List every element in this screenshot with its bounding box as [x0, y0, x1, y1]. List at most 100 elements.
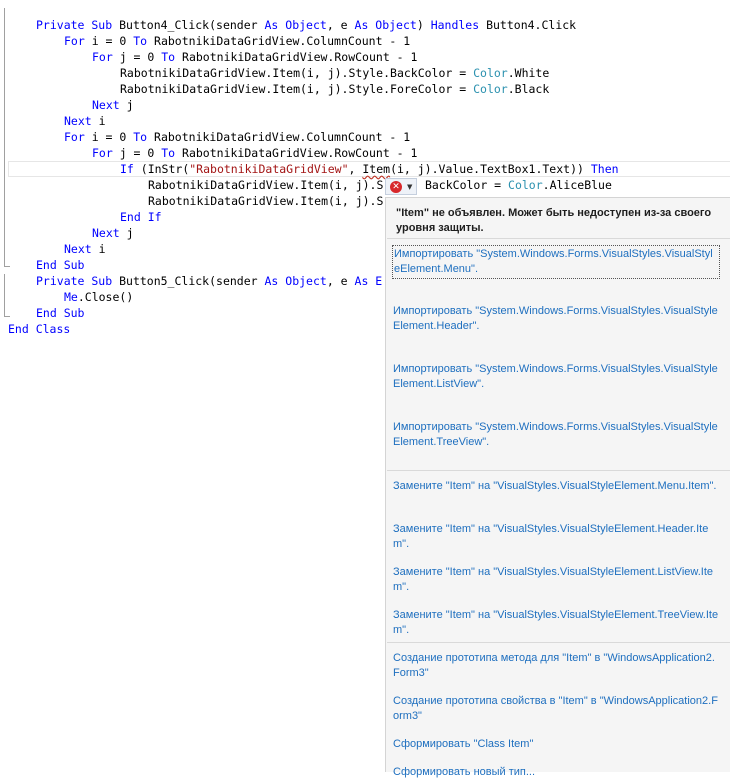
code-line[interactable]: Me.Close() — [64, 289, 133, 305]
generate-new-type[interactable]: Сформировать новый тип... — [392, 764, 720, 781]
keyword-token: Next — [92, 98, 127, 112]
keyword-token: To — [133, 34, 155, 48]
code-line[interactable]: For i = 0 To RabotnikiDataGridView.Colum… — [64, 129, 410, 145]
code-token: ) — [416, 18, 431, 32]
type-token: Color — [508, 178, 543, 192]
code-line[interactable]: End If — [120, 209, 162, 225]
keyword-token: Next — [92, 226, 127, 240]
replace-fix-listview[interactable]: Замените "Item" на "VisualStyles.VisualS… — [392, 564, 720, 596]
outline-guide-end — [4, 316, 10, 317]
code-line[interactable]: Next i — [64, 241, 106, 257]
code-line[interactable]: Next j — [92, 97, 134, 113]
import-fix-listview[interactable]: Импортировать "System.Windows.Forms.Visu… — [392, 361, 720, 393]
code-line[interactable]: End Sub — [36, 257, 84, 273]
code-token: .White — [507, 66, 550, 80]
error-message: "Item" не объявлен. Может быть недоступе… — [396, 207, 712, 234]
code-line[interactable]: RabotnikiDataGridView.Item(i, j).Style.B… — [120, 65, 549, 81]
keyword-token: To — [161, 50, 183, 64]
keyword-token: If — [120, 162, 141, 176]
import-fix-menu[interactable]: Импортировать "System.Windows.Forms.Visu… — [392, 245, 720, 279]
code-line[interactable]: Next i — [64, 113, 106, 129]
error-token: Item — [362, 162, 391, 176]
keyword-token: End Sub — [36, 258, 85, 272]
keyword-token: As E — [354, 274, 383, 288]
keyword-token: For — [92, 50, 120, 64]
keyword-token: Private Sub — [36, 274, 120, 288]
code-editor[interactable]: Private Sub Button4_Click(sender As Obje… — [0, 0, 730, 778]
separator — [387, 642, 730, 643]
code-token: j — [126, 98, 134, 112]
code-token: RabotnikiDataGridView.Item(i, j).Style.F… — [120, 82, 474, 96]
keyword-token: Me — [64, 290, 78, 304]
import-fix-header[interactable]: Импортировать "System.Windows.Forms.Visu… — [392, 303, 720, 335]
keyword-token: To — [133, 130, 155, 144]
code-line[interactable]: End Class — [8, 321, 70, 337]
keyword-token: As Object — [264, 274, 327, 288]
code-line[interactable]: End Sub — [36, 305, 84, 321]
code-token: , — [348, 162, 363, 176]
outline-guide — [4, 274, 5, 316]
code-token: .Black — [507, 82, 550, 96]
keyword-token: Handles — [430, 18, 487, 32]
code-token: RabotnikiDataGridView.Item(i, j).S — [148, 178, 384, 192]
code-line[interactable]: RabotnikiDataGridView.Item(i, j).S — [148, 193, 383, 209]
generate-property-stub[interactable]: Создание прототипа свойства в "Item" в "… — [392, 693, 720, 725]
code-token: RabotnikiDataGridView.Item(i, j).Style.B… — [120, 66, 474, 80]
outline-guide — [4, 8, 5, 266]
code-token: i = 0 — [91, 130, 134, 144]
generate-class[interactable]: Сформировать "Class Item" — [392, 736, 720, 753]
code-token: j = 0 — [119, 50, 162, 64]
code-token: j — [126, 226, 134, 240]
code-line[interactable]: For j = 0 To RabotnikiDataGridView.RowCo… — [92, 49, 417, 65]
code-token: RabotnikiDataGridView.Item(i, j).S — [148, 194, 384, 208]
code-line[interactable]: RabotnikiDataGridView.Item(i, j).S BackC… — [148, 177, 612, 193]
keyword-token: For — [64, 130, 92, 144]
error-smart-tag[interactable]: ✕ ▼ — [385, 178, 417, 195]
code-token: i — [98, 242, 106, 256]
code-token: RabotnikiDataGridView.ColumnCount - 1 — [154, 130, 411, 144]
keyword-token: End If — [120, 210, 162, 224]
code-line[interactable]: RabotnikiDataGridView.Item(i, j).Style.F… — [120, 81, 549, 97]
code-line[interactable]: Next j — [92, 225, 134, 241]
generate-method-stub[interactable]: Создание прототипа метода для "Item" в "… — [392, 650, 720, 682]
code-line[interactable]: For j = 0 To RabotnikiDataGridView.RowCo… — [92, 145, 417, 161]
code-token: Button5_Click(sender — [119, 274, 265, 288]
code-token: j = 0 — [119, 146, 162, 160]
replace-fix-menu[interactable]: Замените "Item" на "VisualStyles.VisualS… — [392, 478, 720, 495]
outline-guide-end — [4, 266, 10, 267]
replace-fix-header[interactable]: Замените "Item" на "VisualStyles.VisualS… — [392, 521, 720, 553]
string-token: "RabotnikiDataGridView" — [189, 162, 349, 176]
keyword-token: To — [161, 146, 183, 160]
code-line[interactable]: For i = 0 To RabotnikiDataGridView.Colum… — [64, 33, 410, 49]
keyword-token: For — [64, 34, 92, 48]
keyword-token: Private Sub — [36, 18, 120, 32]
code-line[interactable]: Private Sub Button4_Click(sender As Obje… — [36, 17, 576, 33]
code-token: .AliceBlue — [542, 178, 612, 192]
code-line[interactable]: Private Sub Button5_Click(sender As Obje… — [36, 273, 382, 289]
import-fix-treeview[interactable]: Импортировать "System.Windows.Forms.Visu… — [392, 419, 720, 451]
chevron-down-icon: ▼ — [407, 183, 413, 191]
error-correction-popup: "Item" не объявлен. Может быть недоступе… — [385, 197, 730, 778]
type-token: Color — [473, 82, 508, 96]
keyword-token: Next — [64, 242, 99, 256]
separator — [387, 238, 730, 239]
code-line[interactable]: If (InStr("RabotnikiDataGridView", Item(… — [120, 161, 619, 177]
code-token: RabotnikiDataGridView.ColumnCount - 1 — [154, 34, 411, 48]
code-token: i = 0 — [91, 34, 134, 48]
replace-fix-treeview[interactable]: Замените "Item" на "VisualStyles.VisualS… — [392, 607, 720, 639]
separator — [387, 470, 730, 471]
keyword-token: As Object — [354, 18, 417, 32]
keyword-token: Next — [64, 114, 99, 128]
type-token: Color — [473, 66, 508, 80]
code-token: (i, j).Value.TextBox1.Text)) — [390, 162, 591, 176]
code-token: (InStr( — [140, 162, 190, 176]
keyword-token: For — [92, 146, 120, 160]
keyword-token: As Object — [264, 18, 327, 32]
keyword-token: End Sub — [36, 306, 85, 320]
code-token: Button4.Click — [486, 18, 577, 32]
code-token: .Close() — [77, 290, 134, 304]
code-token: RabotnikiDataGridView.RowCount - 1 — [182, 50, 418, 64]
error-x-icon: ✕ — [390, 181, 402, 193]
code-token: Button4_Click(sender — [119, 18, 265, 32]
code-token: RabotnikiDataGridView.RowCount - 1 — [182, 146, 418, 160]
